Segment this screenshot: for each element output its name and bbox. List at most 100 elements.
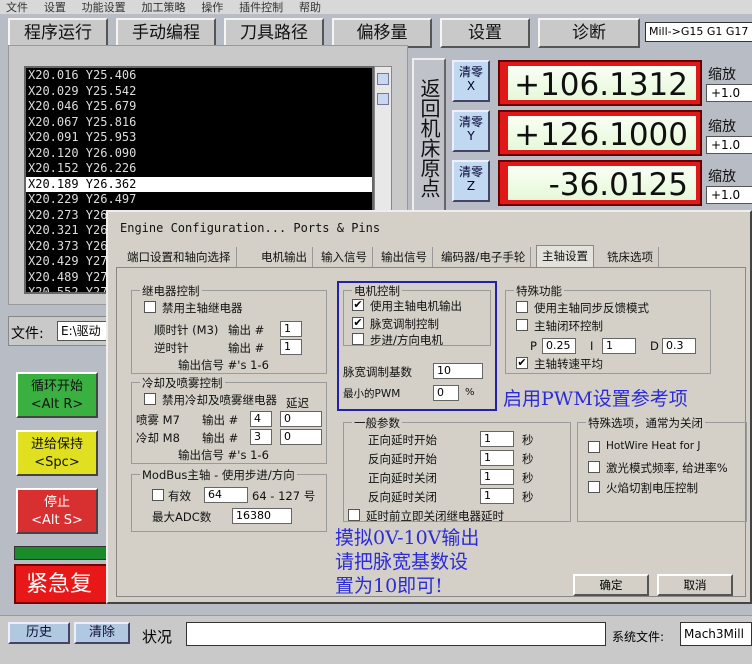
flood-output-label: 输出 # bbox=[202, 431, 239, 445]
gcode-line: X20.120 Y26.090 bbox=[28, 145, 137, 160]
relay-control-title: 继电器控制 bbox=[140, 283, 202, 299]
menu-help[interactable]: 帮助 bbox=[299, 2, 321, 13]
rev-delay-start-unit: 秒 bbox=[522, 452, 534, 466]
menu-config[interactable]: 设置 bbox=[44, 2, 66, 13]
pwm-control-label: 脉宽调制控制 bbox=[370, 317, 439, 331]
general-params-title: 一般参数 bbox=[352, 415, 402, 431]
fwd-delay-stop-input[interactable]: 1 bbox=[480, 469, 514, 485]
status-label: 状况 bbox=[142, 628, 173, 646]
annotation-line-2: 请把脉宽基数设 bbox=[335, 551, 469, 573]
mist-output-input[interactable]: 4 bbox=[250, 411, 272, 427]
relay-delay-checkbox[interactable] bbox=[348, 509, 360, 521]
menu-function-config[interactable]: 功能设置 bbox=[82, 2, 126, 13]
cw-output-input[interactable]: 1 bbox=[280, 321, 302, 337]
pwm-control-checkbox[interactable]: ✔ bbox=[352, 317, 364, 329]
use-spindle-motor-checkbox[interactable]: ✔ bbox=[352, 299, 364, 311]
special-options-title: 特殊选项，通常为关闭 bbox=[586, 415, 705, 431]
cycle-start-button[interactable]: 循环开始 <Alt R> bbox=[16, 372, 98, 418]
laser-mode-label: 激光模式频率, 给进率% bbox=[606, 461, 728, 475]
feed-hold-button[interactable]: 进给保持 <Spc> bbox=[16, 430, 98, 476]
pid-i-input[interactable]: 1 bbox=[602, 338, 636, 354]
hotwire-checkbox[interactable] bbox=[588, 441, 600, 453]
zero-z-button[interactable]: 清零 Z bbox=[452, 160, 490, 202]
tab-program-run[interactable]: 程序运行 bbox=[8, 18, 108, 48]
flood-output-input[interactable]: 3 bbox=[250, 429, 272, 445]
tab-motor-outputs[interactable]: 电机输出 bbox=[256, 247, 313, 267]
scale-x-value[interactable]: +1.0 bbox=[706, 84, 752, 102]
flood-delay-input[interactable]: 0 bbox=[280, 429, 322, 445]
tab-offsets[interactable]: 偏移量 bbox=[332, 18, 432, 48]
disable-coolant-relay-checkbox[interactable] bbox=[144, 393, 156, 405]
spindle-average-checkbox[interactable]: ✔ bbox=[516, 357, 528, 369]
menu-file[interactable]: 文件 bbox=[6, 2, 28, 13]
zero-y-button[interactable]: 清零 Y bbox=[452, 110, 490, 152]
ref-all-home-button[interactable]: 返回机床原点 bbox=[412, 58, 446, 218]
scale-z-label: 缩放 bbox=[708, 169, 736, 185]
tab-spindle-setup[interactable]: 主轴设置 bbox=[536, 245, 594, 267]
min-pwm-input[interactable]: 0 bbox=[433, 385, 459, 401]
tab-mdi[interactable]: 手动编程 bbox=[116, 18, 216, 48]
disable-spindle-relay-checkbox[interactable] bbox=[144, 301, 156, 313]
gcode-line: X20.029 Y25.542 bbox=[28, 83, 137, 98]
modbus-address-input[interactable]: 64 bbox=[204, 487, 248, 503]
pwm-reference-annotation: 启用PWM设置参考项 bbox=[503, 388, 688, 410]
pid-p-input[interactable]: 0.25 bbox=[542, 338, 576, 354]
scale-x-label: 缩放 bbox=[708, 67, 736, 83]
modbus-enable-checkbox[interactable] bbox=[152, 489, 164, 501]
laser-mode-checkbox[interactable] bbox=[588, 461, 600, 473]
mist-delay-input[interactable]: 0 bbox=[280, 411, 322, 427]
stop-button[interactable]: 停止 <Alt S> bbox=[16, 488, 98, 534]
closed-loop-checkbox[interactable] bbox=[516, 319, 528, 331]
disable-coolant-relay-label: 禁用冷却及喷雾继电器 bbox=[162, 393, 277, 407]
modal-state-display: Mill->G15 G1 G17 bbox=[645, 22, 752, 42]
menu-plugin[interactable]: 插件控制 bbox=[239, 2, 283, 13]
tab-encoder-mpg[interactable]: 编码器/电子手轮 bbox=[436, 247, 532, 267]
dro-x[interactable]: +106.1312 bbox=[498, 60, 702, 106]
analog-output-annotation: 摸拟0V-10V输出 请把脉宽基数设 置为10即可! bbox=[335, 526, 479, 598]
motor-control-group: 电机控制 ✔ 使用主轴电机输出 ✔ 脉宽调制控制 步进/方向电机 bbox=[343, 283, 491, 347]
fwd-delay-start-input[interactable]: 1 bbox=[480, 431, 514, 447]
history-button[interactable]: 历史 bbox=[8, 622, 70, 644]
scroll-up-icon[interactable] bbox=[377, 73, 389, 85]
fwd-delay-start-label: 正向延时开始 bbox=[368, 433, 437, 447]
ccw-output-input[interactable]: 1 bbox=[280, 339, 302, 355]
pid-d-input[interactable]: 0.3 bbox=[662, 338, 696, 354]
rev-delay-stop-input[interactable]: 1 bbox=[480, 488, 514, 504]
dro-z-value: -36.0125 bbox=[508, 166, 696, 203]
scale-y-value[interactable]: +1.0 bbox=[706, 136, 752, 154]
stop-hotkey: <Alt S> bbox=[31, 513, 83, 528]
menu-toolpath[interactable]: 加工策略 bbox=[141, 2, 185, 13]
pwm-base-input[interactable]: 10 bbox=[433, 363, 483, 379]
cancel-button[interactable]: 取消 bbox=[657, 574, 733, 596]
rev-delay-stop-unit: 秒 bbox=[522, 490, 534, 504]
dro-z[interactable]: -36.0125 bbox=[498, 160, 702, 206]
max-adc-input[interactable]: 16380 bbox=[232, 508, 292, 524]
status-message-box bbox=[186, 622, 606, 646]
feed-hold-label: 进给保持 bbox=[30, 437, 83, 452]
step-dir-motor-checkbox[interactable] bbox=[352, 333, 364, 345]
scale-z-value[interactable]: +1.0 bbox=[706, 186, 752, 204]
rev-delay-start-input[interactable]: 1 bbox=[480, 450, 514, 466]
menu-operator[interactable]: 操作 bbox=[201, 2, 223, 13]
zero-x-button[interactable]: 清零 X bbox=[452, 60, 490, 102]
tab-port-axis[interactable]: 端口设置和轴向选择 bbox=[122, 247, 237, 267]
tab-output-signals[interactable]: 输出信号 bbox=[376, 247, 433, 267]
spindle-average-label: 主轴转速平均 bbox=[534, 357, 603, 371]
relay-output-note: 输出信号 #'s 1-6 bbox=[178, 358, 269, 372]
torch-voltage-checkbox[interactable] bbox=[588, 481, 600, 493]
fwd-delay-stop-unit: 秒 bbox=[522, 471, 534, 485]
tab-toolpath[interactable]: 刀具路径 bbox=[224, 18, 324, 48]
spindle-sync-checkbox[interactable] bbox=[516, 301, 528, 313]
min-pwm-label: 最小的PWM bbox=[343, 388, 401, 400]
pid-p-label: P bbox=[530, 339, 537, 353]
ok-button[interactable]: 确定 bbox=[573, 574, 649, 596]
special-functions-group: 特殊功能 使用主轴同步反馈模式 主轴闭环控制 P 0.25 I 1 D 0.3 … bbox=[505, 283, 711, 374]
tab-settings[interactable]: 设置 bbox=[440, 18, 530, 48]
tab-diagnostics[interactable]: 诊断 bbox=[538, 18, 640, 48]
clear-button[interactable]: 清除 bbox=[74, 622, 130, 644]
scroll-thumb[interactable] bbox=[377, 93, 389, 105]
dro-y[interactable]: +126.1000 bbox=[498, 110, 702, 156]
tab-mill-options[interactable]: 铣床选项 bbox=[602, 247, 659, 267]
scale-y-label: 缩放 bbox=[708, 119, 736, 135]
tab-input-signals[interactable]: 输入信号 bbox=[316, 247, 373, 267]
